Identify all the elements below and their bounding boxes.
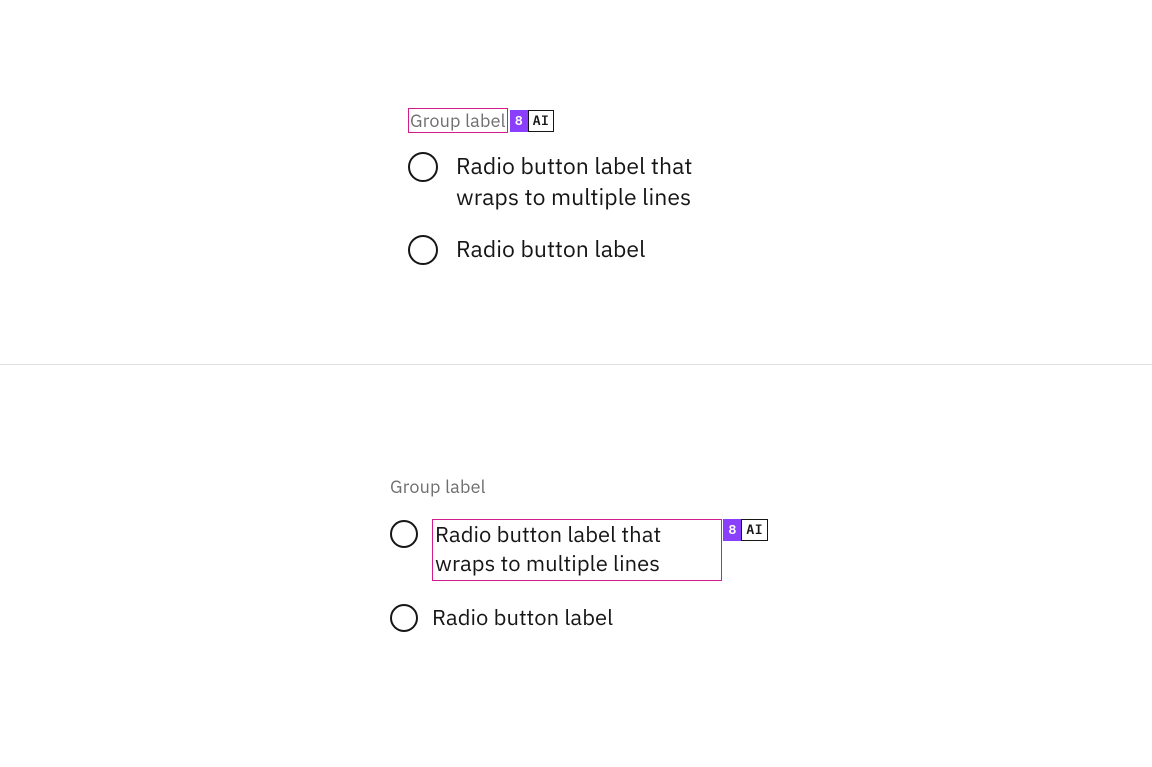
group-label-row: Group label [390,475,486,498]
annotation-number-badge: 8 [510,110,528,132]
radio-option[interactable]: Radio button label that wraps to multipl… [390,519,722,581]
annotation-badges: 8 AI [723,519,768,541]
radio-circle-icon[interactable] [390,520,418,548]
radio-button-group: Group label Radio button label that wrap… [390,475,722,653]
example-section-1: Group label 8 AI Radio button label that… [0,0,1152,364]
radio-option[interactable]: Radio button label [390,603,722,632]
radio-circle-icon[interactable] [408,235,438,265]
radio-label: Radio button label that wraps to multipl… [456,151,746,212]
annotation-ai-badge: AI [741,519,768,541]
annotation-number-badge: 8 [723,519,741,541]
radio-button-group: Group label 8 AI Radio button label that… [408,108,746,265]
radio-label: Radio button label [432,603,613,632]
group-label: Group label [390,475,486,498]
radio-circle-icon[interactable] [390,604,418,632]
radio-option[interactable]: Radio button label [408,234,746,265]
radio-label-text: Radio button label that wraps to multipl… [435,520,661,578]
group-label: Group label [408,108,508,133]
radio-label: Radio button label that wraps to multipl… [432,519,722,581]
radio-label: Radio button label [456,234,645,264]
radio-label-highlight: Radio button label that wraps to multipl… [432,519,722,581]
annotation-ai-badge: AI [528,110,555,132]
radio-circle-icon[interactable] [408,152,438,182]
annotation-badges: 8 AI [510,110,555,132]
example-section-2: Group label Radio button label that wrap… [0,364,1152,733]
group-label-row: Group label 8 AI [408,108,554,133]
radio-option[interactable]: Radio button label that wraps to multipl… [408,151,746,212]
